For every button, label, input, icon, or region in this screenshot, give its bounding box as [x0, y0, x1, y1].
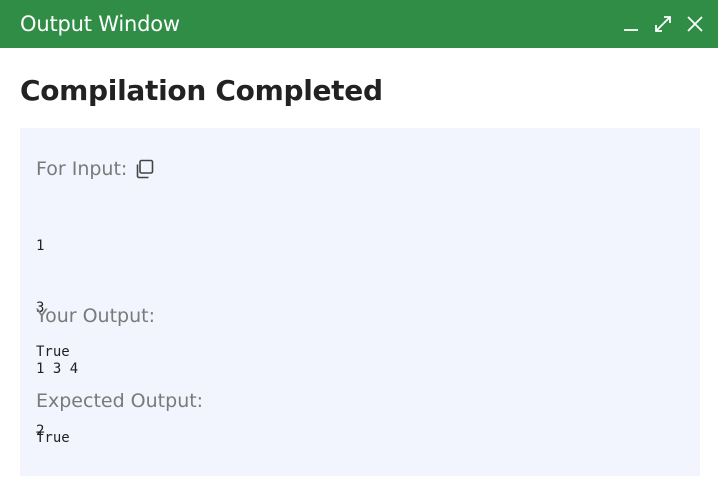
minimize-icon[interactable]	[620, 13, 642, 35]
expected-output-label: Expected Output:	[36, 390, 204, 412]
your-output-label: Your Output:	[36, 305, 156, 327]
output-window-titlebar: Output Window	[0, 0, 718, 48]
output-panel: For Input: 1 3 1 3 4 2 Your Output: True…	[20, 128, 700, 476]
input-line: 1	[36, 238, 45, 254]
copy-icon[interactable]	[133, 158, 155, 180]
for-input-header: For Input:	[36, 158, 155, 180]
expected-output-value: True	[36, 430, 70, 446]
your-output-value: True	[36, 344, 70, 360]
close-icon[interactable]	[684, 13, 706, 35]
maximize-icon[interactable]	[652, 13, 674, 35]
page-title: Compilation Completed	[20, 74, 383, 107]
for-input-label: For Input:	[36, 158, 128, 180]
window-controls	[620, 13, 706, 35]
window-title: Output Window	[20, 12, 180, 36]
